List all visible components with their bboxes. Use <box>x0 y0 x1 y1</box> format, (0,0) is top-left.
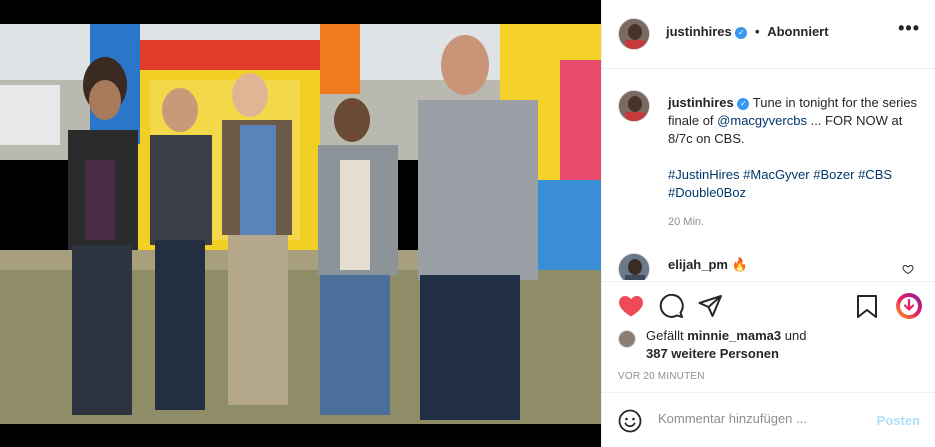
action-bar <box>602 281 935 331</box>
commenter-avatar[interactable] <box>618 253 650 280</box>
hashtag-link[interactable]: #MacGyver <box>743 167 809 182</box>
verified-badge-icon: ✓ <box>735 26 748 39</box>
emoji-icon[interactable] <box>618 409 642 438</box>
comments-section: justinhires ✓ Tune in tonight for the se… <box>602 70 935 280</box>
likes-summary: Gefällt minnie_mama3 und 387 weitere Per… <box>646 327 876 363</box>
share-icon[interactable] <box>698 294 723 324</box>
avatar-photo <box>619 91 649 121</box>
header-user-line: justinhires ✓ • Abonniert <box>666 24 829 39</box>
person-4 <box>318 98 398 415</box>
like-heart-icon[interactable] <box>618 294 644 323</box>
verified-badge-icon: ✓ <box>737 97 750 110</box>
caption-username[interactable]: justinhires <box>668 95 734 110</box>
follow-status-button[interactable]: Abonniert <box>767 24 828 39</box>
comment-text: 🔥 <box>731 257 748 272</box>
avatar-photo <box>619 254 649 280</box>
post-sidebar: justinhires ✓ • Abonniert ••• justinhire… <box>601 0 935 447</box>
download-extension-icon[interactable] <box>895 292 923 325</box>
hashtag-link[interactable]: #JustinHires <box>668 167 740 182</box>
caption-time[interactable]: 20 Min. <box>668 216 704 228</box>
post-header: justinhires ✓ • Abonniert ••• <box>602 0 935 69</box>
comment-line: elijah_pm 🔥 <box>668 257 748 273</box>
likes-user-link[interactable]: minnie_mama3 <box>687 328 781 343</box>
hashtag-link[interactable]: #Double0Boz <box>668 185 746 200</box>
more-options-icon[interactable]: ••• <box>898 18 920 39</box>
photo-illustration <box>0 0 601 447</box>
post-timestamp[interactable]: VOR 20 MINUTEN <box>618 371 705 382</box>
header-username[interactable]: justinhires <box>666 24 732 39</box>
hashtag-link[interactable]: #Bozer <box>813 167 854 182</box>
comment-input[interactable] <box>658 411 858 426</box>
person-3 <box>222 73 292 405</box>
comment-like-icon[interactable] <box>902 262 914 280</box>
liker-avatar[interactable] <box>618 330 636 348</box>
author-avatar[interactable] <box>618 18 650 50</box>
hashtag-link[interactable]: #CBS <box>858 167 892 182</box>
likes-connector: und <box>784 328 807 343</box>
likes-prefix: Gefällt <box>646 328 684 343</box>
caption: justinhires ✓ Tune in tonight for the se… <box>668 94 918 202</box>
header-separator: • <box>755 24 760 39</box>
avatar-photo <box>619 19 649 49</box>
save-bookmark-icon[interactable] <box>856 294 878 324</box>
caption-mention-link[interactable]: @macgyvercbs <box>717 113 807 128</box>
post-photo[interactable] <box>0 0 601 447</box>
person-2 <box>150 88 212 410</box>
comment-bar: Posten <box>602 392 935 447</box>
comment-icon[interactable] <box>659 293 684 324</box>
likes-others-link[interactable]: 387 weitere Personen <box>646 346 779 361</box>
post-comment-button[interactable]: Posten <box>877 413 920 428</box>
comment-username[interactable]: elijah_pm <box>668 257 728 272</box>
caption-avatar[interactable] <box>618 90 650 122</box>
